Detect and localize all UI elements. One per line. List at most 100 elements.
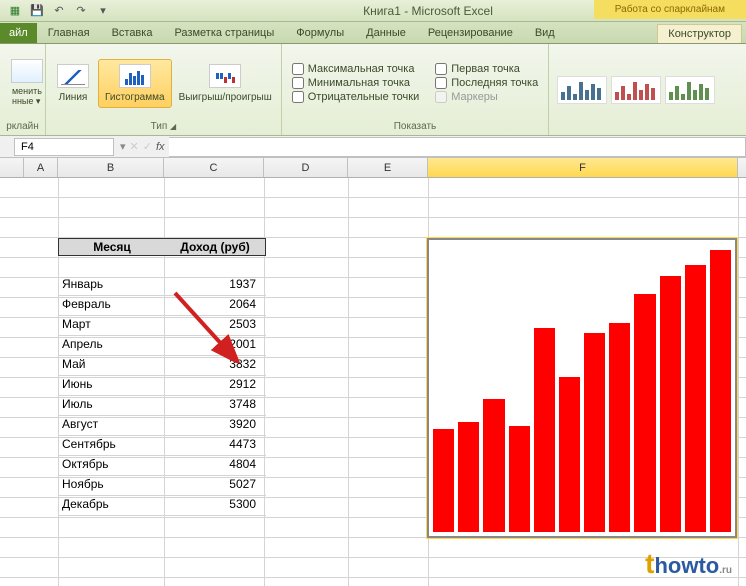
chart-bar — [685, 265, 706, 532]
chart-bar — [534, 328, 555, 532]
cell-income[interactable]: 4473 — [164, 436, 264, 455]
sparkline-style-2[interactable] — [665, 76, 715, 104]
histogram-label: Гистограмма — [105, 92, 165, 103]
check-first-point[interactable]: Первая точка — [435, 63, 538, 75]
cell-month[interactable]: Декабрь — [58, 496, 164, 515]
table-row[interactable]: Июнь2912 — [58, 376, 266, 396]
chart-bar — [483, 399, 504, 532]
chart-bar — [609, 323, 630, 532]
cell-month[interactable]: Апрель — [58, 336, 164, 355]
tab-6[interactable]: Вид — [524, 23, 566, 43]
tab-design[interactable]: Конструктор — [657, 24, 742, 43]
chart-bar — [660, 276, 681, 532]
chart-bar — [559, 377, 580, 532]
edit-data-label: менить нные ▾ — [12, 87, 42, 107]
table-header-row: Месяц Доход (руб) — [58, 238, 266, 256]
cell-month[interactable]: Февраль — [58, 296, 164, 315]
sparkline-cell[interactable] — [427, 238, 737, 538]
tab-0[interactable]: Главная — [37, 23, 101, 43]
redo-icon[interactable]: ↷ — [72, 2, 90, 20]
col-header-A[interactable]: A — [24, 158, 58, 177]
check-max-point[interactable]: Максимальная точка — [292, 63, 419, 75]
chart-bar — [710, 250, 731, 532]
cell-month[interactable]: Июнь — [58, 376, 164, 395]
cell-income[interactable]: 3920 — [164, 416, 264, 435]
table-row[interactable]: Май3832 — [58, 356, 266, 376]
select-all-corner[interactable] — [0, 158, 24, 177]
cell-month[interactable]: Март — [58, 316, 164, 335]
table-row[interactable]: Октябрь4804 — [58, 456, 266, 476]
save-icon[interactable]: 💾 — [28, 2, 46, 20]
table-row[interactable]: Март2503 — [58, 316, 266, 336]
histogram-button[interactable]: Гистограмма — [98, 59, 172, 108]
sparkline-style-1[interactable] — [611, 76, 661, 104]
sparkline-style-0[interactable] — [557, 76, 607, 104]
table-row[interactable]: Июль3748 — [58, 396, 266, 416]
excel-icon: ▦ — [6, 2, 24, 20]
data-table: Месяц Доход (руб) Январь1937Февраль2064М… — [58, 238, 266, 516]
cell-income[interactable]: 2912 — [164, 376, 264, 395]
cell-month[interactable]: Июль — [58, 396, 164, 415]
cell-income[interactable]: 2064 — [164, 296, 264, 315]
cell-month[interactable]: Сентябрь — [58, 436, 164, 455]
tab-3[interactable]: Формулы — [285, 23, 355, 43]
col-header-E[interactable]: E — [348, 158, 428, 177]
cell-income[interactable]: 3748 — [164, 396, 264, 415]
cell-income[interactable]: 2001 — [164, 336, 264, 355]
check-min-point[interactable]: Минимальная точка — [292, 77, 419, 89]
tab-4[interactable]: Данные — [355, 23, 417, 43]
name-box[interactable] — [14, 138, 114, 156]
col-header-B[interactable]: B — [58, 158, 164, 177]
undo-icon[interactable]: ↶ — [50, 2, 68, 20]
winloss-button[interactable]: Выигрыш/проигрыш — [172, 59, 279, 108]
header-month: Месяц — [59, 239, 165, 255]
table-row[interactable]: Февраль2064 — [58, 296, 266, 316]
table-row[interactable]: Август3920 — [58, 416, 266, 436]
cell-month[interactable]: Январь — [58, 276, 164, 295]
tab-2[interactable]: Разметка страницы — [163, 23, 285, 43]
ribbon: менить нные ▾ рклайн Линия Гистограмма В… — [0, 44, 746, 136]
line-label: Линия — [59, 92, 88, 103]
edit-data-button[interactable]: менить нные ▾ — [2, 54, 52, 112]
name-box-dropdown-icon[interactable]: ▾ — [120, 140, 126, 153]
cell-income[interactable]: 5027 — [164, 476, 264, 495]
cell-income[interactable]: 1937 — [164, 276, 264, 295]
tab-5[interactable]: Рецензирование — [417, 23, 524, 43]
cell-income[interactable]: 4804 — [164, 456, 264, 475]
table-row[interactable]: Апрель2001 — [58, 336, 266, 356]
contextual-tab-group: Работа со спарклайнам — [594, 0, 746, 19]
dialog-launcher-icon[interactable]: ◢ — [170, 122, 176, 131]
cell-month[interactable]: Октябрь — [58, 456, 164, 475]
line-button[interactable]: Линия — [48, 59, 98, 108]
table-row[interactable]: Январь1937 — [58, 276, 266, 296]
fx-icon[interactable]: fx — [156, 141, 165, 153]
cell-income[interactable]: 5300 — [164, 496, 264, 515]
col-header-C[interactable]: C — [164, 158, 264, 177]
ribbon-group-show: Максимальная точка Минимальная точка Отр… — [282, 44, 549, 135]
table-row[interactable]: Сентябрь4473 — [58, 436, 266, 456]
table-row[interactable]: Ноябрь5027 — [58, 476, 266, 496]
cell-month[interactable]: Ноябрь — [58, 476, 164, 495]
group-label-sparkline: рклайн — [2, 120, 43, 133]
ribbon-tabs: айл ГлавнаяВставкаРазметка страницыФорму… — [0, 22, 746, 44]
check-neg-points[interactable]: Отрицательные точки — [292, 91, 419, 103]
check-last-point[interactable]: Последняя точка — [435, 77, 538, 89]
cell-month[interactable]: Май — [58, 356, 164, 375]
cancel-icon: ✕ — [130, 140, 139, 153]
ribbon-group-sparkline: менить нные ▾ рклайн — [0, 44, 46, 135]
qat-dropdown-icon[interactable]: ▾ — [94, 2, 112, 20]
formula-input[interactable] — [169, 137, 746, 157]
cell-income[interactable]: 2503 — [164, 316, 264, 335]
table-row[interactable]: Декабрь5300 — [58, 496, 266, 516]
cell-month[interactable]: Август — [58, 416, 164, 435]
edit-data-icon — [11, 59, 43, 83]
header-income: Доход (руб) — [165, 239, 265, 255]
worksheet-grid[interactable]: Месяц Доход (руб) Январь1937Февраль2064М… — [0, 178, 746, 586]
col-header-F[interactable]: F — [428, 158, 738, 177]
tab-file[interactable]: айл — [0, 23, 37, 43]
cell-income[interactable]: 3832 — [164, 356, 264, 375]
line-icon — [57, 64, 89, 88]
col-header-D[interactable]: D — [264, 158, 348, 177]
chart-bar — [509, 426, 530, 532]
tab-1[interactable]: Вставка — [101, 23, 164, 43]
